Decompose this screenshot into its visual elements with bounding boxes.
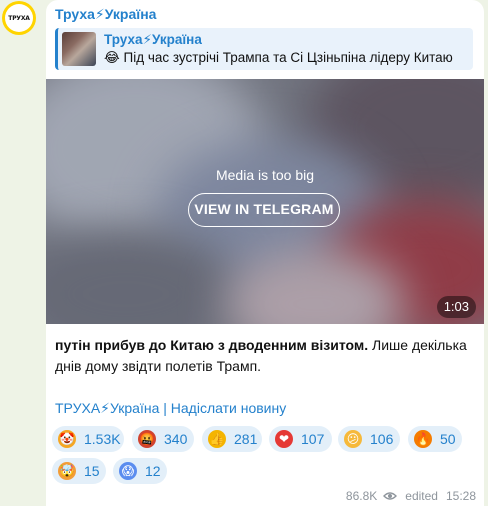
thumbs-up-icon: 👍 [208, 430, 226, 448]
reaction-clown[interactable]: 🤡 1.53K [52, 426, 124, 452]
angry-face-icon: 🤬 [138, 430, 156, 448]
reply-author: Труха⚡Україна [104, 32, 202, 47]
message-time: 15:28 [445, 489, 476, 503]
screaming-face-icon: 😱 [119, 462, 137, 480]
channel-avatar[interactable]: ТРУХА [2, 1, 36, 35]
reaction-count: 281 [234, 431, 258, 447]
media-too-big-message: Media is too big [215, 167, 315, 183]
exploding-head-icon: 🤯 [58, 462, 76, 480]
reaction-angry[interactable]: 🤬 340 [132, 426, 194, 452]
message-bubble: Труха⚡Україна Труха⚡Україна 😂 Під час зу… [46, 0, 484, 506]
video-duration: 1:03 [436, 296, 476, 318]
edited-label: edited [405, 489, 438, 503]
reaction-count: 15 [84, 463, 100, 479]
eye-icon [383, 492, 398, 500]
clown-face-icon: 🤡 [58, 430, 76, 448]
message-meta: 86.8K edited 15:28 [346, 488, 476, 504]
reply-thumbnail [62, 32, 96, 66]
reaction-count: 106 [370, 431, 394, 447]
confused-face-icon: 😕 [344, 430, 362, 448]
view-in-telegram-button[interactable]: VIEW IN TELEGRAM [188, 193, 340, 227]
reaction-exploding-head[interactable]: 🤯 15 [52, 458, 106, 484]
view-count: 86.8K [345, 489, 378, 503]
reaction-screaming[interactable]: 😱 12 [113, 458, 167, 484]
reaction-confused[interactable]: 😕 106 [338, 426, 400, 452]
reaction-count: 340 [164, 431, 188, 447]
reaction-count: 12 [145, 463, 161, 479]
channel-name-link[interactable]: Труха⚡Україна [55, 6, 156, 22]
signature-link[interactable]: ТРУХА⚡Україна | Надіслати новину [55, 398, 286, 418]
reaction-count: 1.53K [84, 431, 121, 447]
reaction-heart[interactable]: ❤ 107 [269, 426, 332, 452]
avatar-logo-text: ТРУХА [5, 4, 33, 32]
red-heart-icon: ❤ [275, 430, 293, 448]
reaction-fire[interactable]: 🔥 50 [408, 426, 462, 452]
reaction-count: 107 [301, 431, 325, 447]
reply-text: 😂 Під час зустрічі Трампа та Сі Цзіньпін… [104, 50, 453, 65]
fire-icon: 🔥 [414, 430, 432, 448]
reaction-count: 50 [440, 431, 456, 447]
reaction-thumbs-up[interactable]: 👍 281 [202, 426, 262, 452]
reply-preview[interactable]: Труха⚡Україна 😂 Під час зустрічі Трампа … [55, 28, 473, 70]
post-text: путін прибув до Китаю з дводенним візито… [55, 335, 475, 377]
video-preview[interactable]: Media is too big VIEW IN TELEGRAM 1:03 [46, 79, 484, 324]
post-text-bold: путін прибув до Китаю з дводенним візито… [55, 337, 369, 353]
